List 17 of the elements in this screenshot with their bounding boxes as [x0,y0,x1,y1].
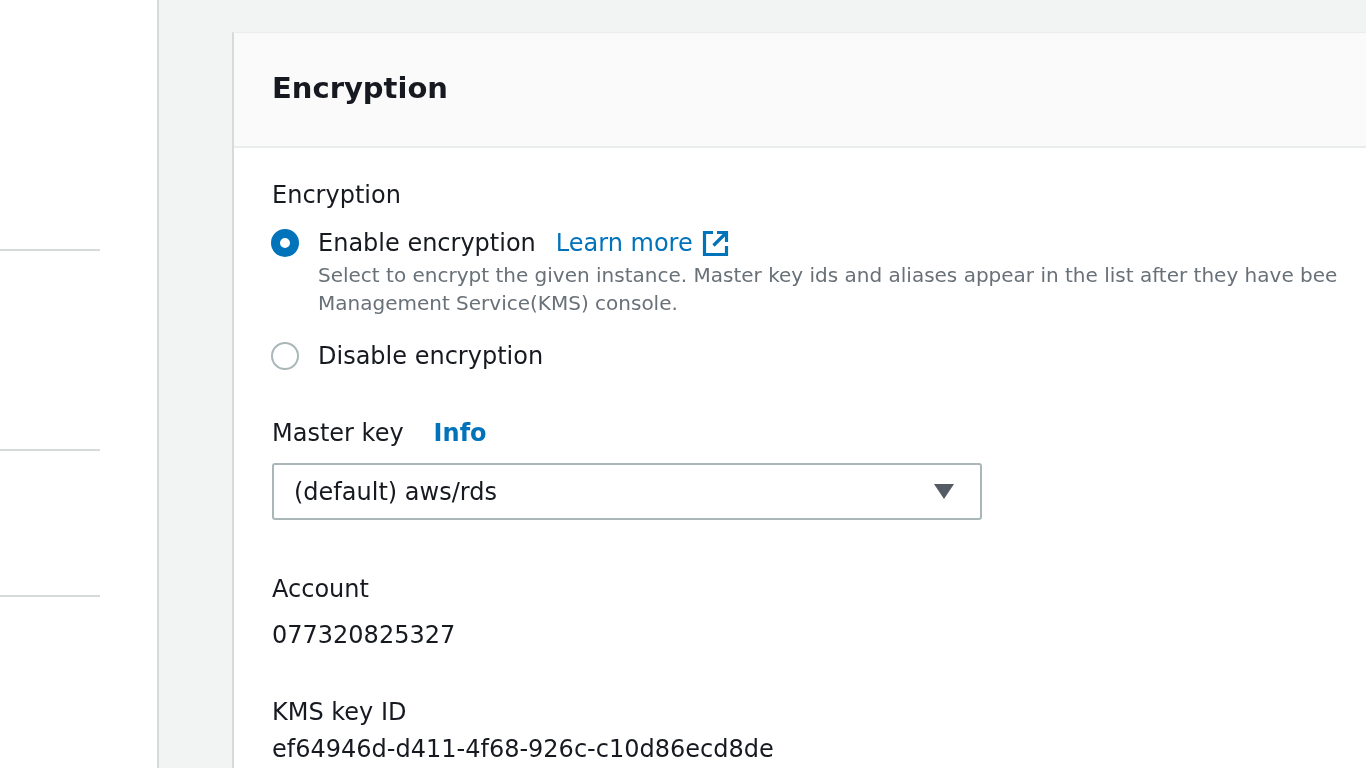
option-description: Select to encrypt the given instance. Master key ids and aliases appear in the list after they have bee Management Service(KMS) console. [318,262,1338,317]
external-link-icon [701,229,729,257]
learn-more-link[interactable]: Learn more [555,227,729,259]
field-value: ef64946d-d411-4f68-926c-c10d86ecd8de [272,736,774,762]
caret-icon [934,484,954,499]
field-value: 077320825327 [272,620,456,651]
field-label: KMS key ID [272,697,407,728]
card-title: Encryption [272,70,448,106]
field-label: Account [272,574,369,605]
radio-button[interactable] [271,342,299,370]
radio-label[interactable]: Enable encryption [318,227,536,259]
radio-label[interactable]: Disable encryption [318,340,544,372]
master-key-select[interactable]: (default) aws/rds [272,463,982,520]
radio-button[interactable] [271,229,299,257]
field-label: Encryption [272,180,401,211]
field-label: Master key [272,418,404,449]
info-link[interactable]: Info [433,417,487,449]
